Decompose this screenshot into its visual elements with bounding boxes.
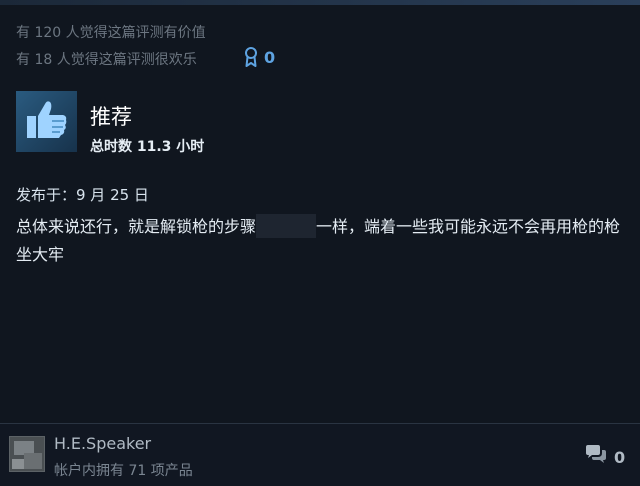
thumbs-up-badge[interactable]	[16, 91, 77, 152]
helpful-count-text: 有 120 人觉得这篇评测有价值	[16, 25, 206, 41]
review-body-part1: 总体来说还行，就是解锁枪的步骤	[16, 217, 257, 236]
award-ribbon-icon	[244, 47, 258, 67]
author-footer: H.E.Speaker 帐户内拥有 71 项产品 0	[0, 424, 640, 486]
thumbs-up-icon	[25, 99, 69, 145]
verdict-title: 推荐	[90, 105, 132, 129]
review-card: 有 120 人觉得这篇评测有价值 有 18 人觉得这篇评测很欢乐 0 推荐 总时…	[0, 5, 640, 423]
avatar[interactable]	[9, 436, 45, 472]
award-count: 0	[264, 47, 276, 67]
author-name[interactable]: H.E.Speaker	[54, 434, 151, 453]
comment-count: 0	[614, 447, 626, 467]
posted-date: 发布于：9 月 25 日	[16, 186, 149, 204]
award-button[interactable]: 0	[244, 47, 275, 67]
funny-count-text: 有 18 人觉得这篇评测很欢乐	[16, 52, 197, 68]
comment-button[interactable]: 0	[584, 444, 625, 470]
author-products: 帐户内拥有 71 项产品	[54, 463, 193, 479]
comment-bubble-icon	[584, 444, 608, 470]
playtime-hours: 总时数 11.3 小时	[90, 139, 205, 155]
review-body: 总体来说还行，就是解锁枪的步骤 一样，端着一些我可能永远不会再用枪的枪坐大牢	[16, 213, 622, 269]
censored-block	[256, 214, 317, 238]
